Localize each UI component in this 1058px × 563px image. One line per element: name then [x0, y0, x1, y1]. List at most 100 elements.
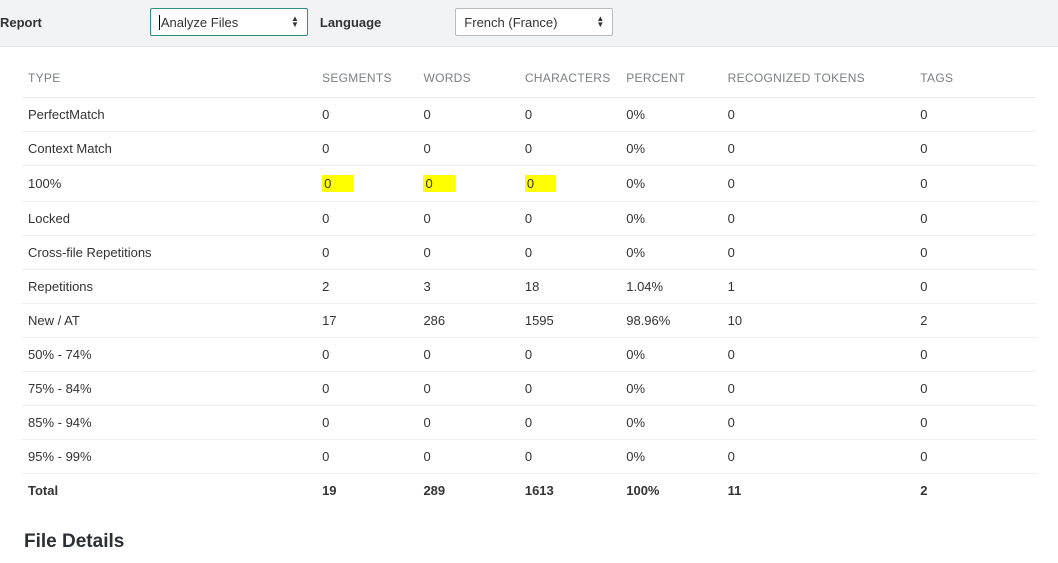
th-characters: CHARACTERS [519, 61, 620, 98]
cell-tags: 0 [914, 406, 1036, 440]
cell-characters: 0 [519, 406, 620, 440]
language-label: Language [320, 15, 381, 30]
cell-type: New / AT [22, 304, 316, 338]
cell-type: Context Match [22, 132, 316, 166]
table-row: 75% - 84%0000%00 [22, 372, 1036, 406]
cell-characters: 18 [519, 270, 620, 304]
toolbar: Report Analyze Files ▲▼ Language French … [0, 0, 1058, 47]
report-select[interactable]: Analyze Files ▲▼ [150, 8, 308, 36]
total-cell-words: 289 [417, 474, 518, 508]
cell-segments: 0 [316, 236, 417, 270]
cell-tags: 0 [914, 270, 1036, 304]
cell-tags: 0 [914, 166, 1036, 202]
cell-percent: 0% [620, 166, 721, 202]
cell-words: 0 [417, 132, 518, 166]
total-cell-tokens: 11 [722, 474, 915, 508]
cell-type: 95% - 99% [22, 440, 316, 474]
cell-segments: 0 [316, 98, 417, 132]
total-cell-tags: 2 [914, 474, 1036, 508]
cell-percent: 0% [620, 236, 721, 270]
cell-tokens: 10 [722, 304, 915, 338]
cell-percent: 0% [620, 406, 721, 440]
cell-words: 0 [417, 338, 518, 372]
cell-words: 0 [417, 166, 518, 202]
cell-segments: 0 [316, 372, 417, 406]
cell-segments: 0 [316, 166, 417, 202]
th-tags: TAGS [914, 61, 1036, 98]
updown-icon: ▲▼ [291, 16, 299, 28]
cell-percent: 0% [620, 132, 721, 166]
cell-percent: 98.96% [620, 304, 721, 338]
cell-words: 3 [417, 270, 518, 304]
cell-words: 0 [417, 98, 518, 132]
table-total-row: Total192891613100%112 [22, 474, 1036, 508]
cell-characters: 0 [519, 98, 620, 132]
content-area: TYPE SEGMENTS WORDS CHARACTERS PERCENT R… [0, 47, 1058, 563]
cell-segments: 0 [316, 132, 417, 166]
cell-characters: 1595 [519, 304, 620, 338]
cell-tokens: 0 [722, 236, 915, 270]
cell-tokens: 0 [722, 440, 915, 474]
language-select-value: French (France) [464, 15, 557, 30]
cell-tags: 0 [914, 440, 1036, 474]
cell-tags: 0 [914, 98, 1036, 132]
cell-tokens: 0 [722, 98, 915, 132]
table-row: New / AT17286159598.96%102 [22, 304, 1036, 338]
cell-percent: 0% [620, 338, 721, 372]
cell-tokens: 0 [722, 202, 915, 236]
cell-characters: 0 [519, 338, 620, 372]
language-select[interactable]: French (France) ▲▼ [455, 8, 613, 36]
cell-tags: 0 [914, 236, 1036, 270]
highlight: 0 [423, 175, 454, 192]
cell-segments: 0 [316, 440, 417, 474]
cell-percent: 0% [620, 202, 721, 236]
cell-words: 0 [417, 406, 518, 440]
table-row: 95% - 99%0000%00 [22, 440, 1036, 474]
cell-type: 50% - 74% [22, 338, 316, 372]
table-row: Context Match0000%00 [22, 132, 1036, 166]
text-cursor [159, 15, 160, 30]
cell-tokens: 0 [722, 406, 915, 440]
cell-tags: 2 [914, 304, 1036, 338]
cell-words: 286 [417, 304, 518, 338]
cell-characters: 0 [519, 132, 620, 166]
cell-words: 0 [417, 202, 518, 236]
cell-segments: 17 [316, 304, 417, 338]
table-row: Cross-file Repetitions0000%00 [22, 236, 1036, 270]
table-header-row: TYPE SEGMENTS WORDS CHARACTERS PERCENT R… [22, 61, 1036, 98]
cell-segments: 0 [316, 202, 417, 236]
cell-percent: 1.04% [620, 270, 721, 304]
cell-percent: 0% [620, 372, 721, 406]
cell-characters: 0 [519, 236, 620, 270]
cell-characters: 0 [519, 202, 620, 236]
table-row: Locked0000%00 [22, 202, 1036, 236]
cell-segments: 0 [316, 338, 417, 372]
total-cell-type: Total [22, 474, 316, 508]
cell-tokens: 0 [722, 166, 915, 202]
cell-tags: 0 [914, 202, 1036, 236]
th-words: WORDS [417, 61, 518, 98]
cell-type: 100% [22, 166, 316, 202]
cell-type: Repetitions [22, 270, 316, 304]
cell-segments: 2 [316, 270, 417, 304]
report-label: Report [0, 15, 42, 30]
cell-words: 0 [417, 440, 518, 474]
report-select-value: Analyze Files [161, 15, 238, 30]
cell-tokens: 0 [722, 372, 915, 406]
th-percent: PERCENT [620, 61, 721, 98]
th-tokens: RECOGNIZED TOKENS [722, 61, 915, 98]
cell-type: Locked [22, 202, 316, 236]
cell-characters: 0 [519, 440, 620, 474]
cell-type: 75% - 84% [22, 372, 316, 406]
cell-tokens: 0 [722, 132, 915, 166]
th-type: TYPE [22, 61, 316, 98]
cell-words: 0 [417, 236, 518, 270]
cell-characters: 0 [519, 166, 620, 202]
cell-tags: 0 [914, 132, 1036, 166]
highlight: 0 [322, 175, 353, 192]
file-details-heading: File Details [24, 531, 1036, 553]
cell-tokens: 0 [722, 338, 915, 372]
cell-percent: 0% [620, 98, 721, 132]
th-segments: SEGMENTS [316, 61, 417, 98]
table-row: 100%0000%00 [22, 166, 1036, 202]
